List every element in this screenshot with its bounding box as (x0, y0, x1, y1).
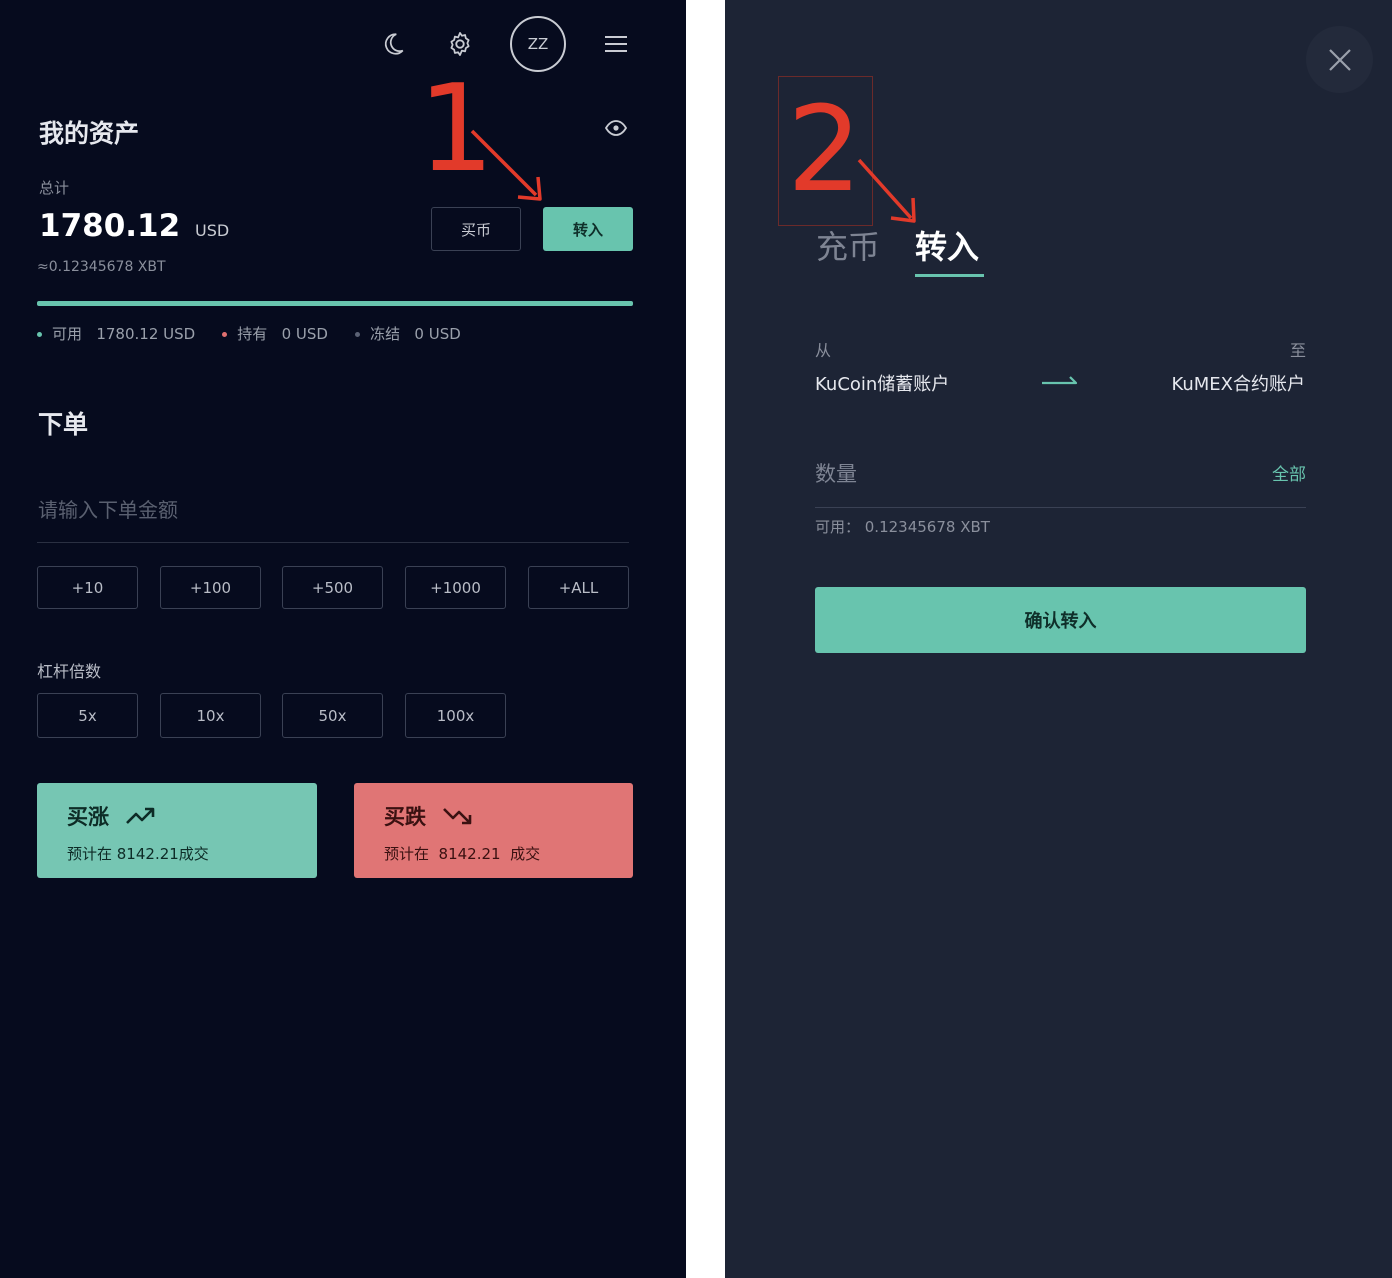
quick-amount-1000[interactable]: +1000 (405, 566, 506, 609)
frozen-dot (355, 332, 361, 337)
annotation-number-2: 2 (787, 80, 863, 218)
holding-dot (222, 332, 228, 337)
asset-progress-bar (37, 301, 633, 306)
order-amount-field[interactable]: 请输入下单金额 (37, 486, 629, 543)
buy-short-label-row: 买跌 (384, 801, 603, 831)
annotation-arrow-1 (470, 129, 542, 201)
total-value: 1780.12 USD (39, 208, 229, 244)
total-amount: 1780.12 (39, 208, 181, 244)
legend-holding-label: 持有 (237, 325, 268, 343)
total-unit: USD (195, 221, 230, 240)
transfer-button[interactable]: 转入 (543, 207, 633, 251)
buy-short-estimate: 预计在 8142.21 成交 (384, 845, 541, 863)
buy-long-estimate: 预计在 8142.21成交 (67, 845, 209, 863)
annotation-arrow-2 (857, 158, 916, 223)
confirm-transfer-button[interactable]: 确认转入 (815, 587, 1306, 653)
approx-value: ≈0.12345678 XBT (37, 259, 166, 275)
from-label: 从 (815, 341, 832, 360)
buy-coin-button[interactable]: 买币 (431, 207, 521, 251)
order-title: 下单 (38, 410, 89, 439)
hamburger-menu-icon[interactable] (598, 28, 634, 60)
active-tab-indicator (915, 274, 984, 277)
legend-available: 可用 1780.12 USD (37, 323, 195, 344)
transfer-modal: 2 充币 转入 从 至 KuCoin储蓄账户 KuMEX合约账户 数量 全部 可… (725, 0, 1392, 1278)
swap-arrow-icon[interactable] (1040, 372, 1080, 388)
leverage-50x[interactable]: 50x (282, 693, 383, 738)
quantity-field[interactable]: 数量 全部 (815, 448, 1306, 508)
buy-long-button[interactable]: 买涨 预计在 8142.21成交 (37, 783, 317, 878)
quick-amount-10[interactable]: +10 (37, 566, 138, 609)
legend-holding: 持有 0 USD (222, 323, 328, 344)
legend-frozen-value: 0 USD (414, 325, 461, 343)
quick-amount-500[interactable]: +500 (282, 566, 383, 609)
trade-panel: ZZ 我的资产 总计 1780.12 USD ≈0.12345678 XBT 买… (0, 0, 686, 1278)
tab-deposit[interactable]: 充币 (816, 222, 880, 268)
trend-up-icon (126, 807, 155, 824)
leverage-label: 杠杆倍数 (37, 662, 102, 681)
moon-icon[interactable] (375, 26, 411, 62)
buy-short-button[interactable]: 买跌 预计在 8142.21 成交 (354, 783, 633, 878)
leverage-5x[interactable]: 5x (37, 693, 138, 738)
quick-amount-all[interactable]: +ALL (528, 566, 629, 609)
to-label: 至 (1290, 341, 1307, 360)
gear-icon[interactable] (441, 25, 479, 63)
leverage-10x[interactable]: 10x (160, 693, 261, 738)
buy-short-label: 买跌 (384, 805, 426, 829)
legend-frozen-label: 冻结 (370, 325, 401, 343)
eye-icon[interactable] (603, 116, 629, 140)
trend-down-icon (443, 808, 472, 825)
available-balance: 可用： 0.12345678 XBT (815, 518, 990, 536)
asset-legend: 可用 1780.12 USD 持有 0 USD 冻结 0 USD (37, 323, 483, 344)
to-account[interactable]: KuMEX合约账户 (1165, 370, 1305, 396)
buy-long-label: 买涨 (67, 805, 109, 829)
avatar[interactable]: ZZ (510, 16, 566, 72)
legend-available-label: 可用 (52, 325, 83, 343)
buy-long-label-row: 买涨 (67, 801, 287, 831)
quick-amount-100[interactable]: +100 (160, 566, 261, 609)
legend-holding-value: 0 USD (281, 325, 328, 343)
close-icon (1328, 48, 1351, 71)
order-amount-placeholder: 请输入下单金额 (38, 498, 178, 522)
legend-available-value: 1780.12 USD (96, 325, 196, 343)
from-account[interactable]: KuCoin储蓄账户 (815, 370, 949, 396)
total-label: 总计 (39, 179, 70, 197)
legend-frozen: 冻结 0 USD (355, 323, 461, 344)
leverage-100x[interactable]: 100x (405, 693, 506, 738)
available-dot (37, 332, 42, 337)
tab-transfer[interactable]: 转入 (915, 222, 979, 268)
quantity-placeholder: 数量 (815, 462, 857, 486)
all-button[interactable]: 全部 (1272, 460, 1306, 485)
avatar-initials: ZZ (527, 35, 549, 53)
close-button[interactable] (1306, 26, 1373, 93)
assets-title: 我的资产 (39, 119, 140, 148)
